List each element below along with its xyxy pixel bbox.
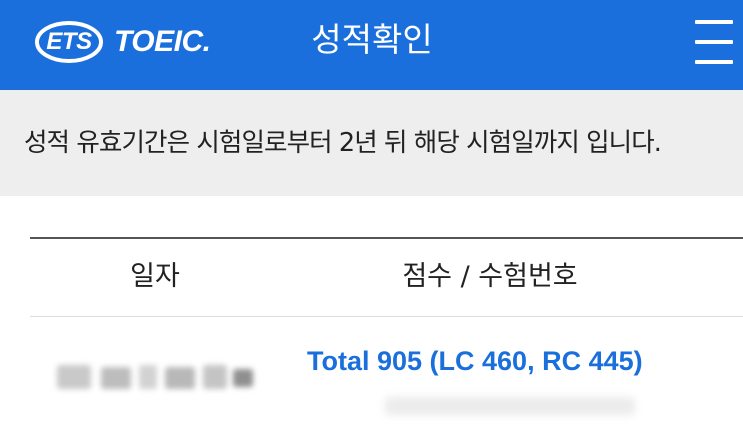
app-header: ETS TOEIC. 성적확인 <box>0 0 743 90</box>
menu-bar <box>695 40 733 44</box>
header-divider <box>30 316 743 317</box>
redacted-date <box>57 363 253 391</box>
ets-logo-badge: ETS <box>34 20 104 64</box>
ets-toeic-logo[interactable]: ETS TOEIC. <box>34 20 211 64</box>
hamburger-menu-icon[interactable] <box>692 18 738 66</box>
ets-logo-text: ETS <box>46 28 92 55</box>
menu-bar <box>695 20 733 24</box>
score-total-link[interactable]: Total 905 (LC 460, RC 445) <box>307 341 643 381</box>
column-header-score: 점수 / 수험번호 <box>402 261 578 292</box>
redacted-registration-number <box>385 393 635 417</box>
page-title: 성적확인 <box>311 20 433 59</box>
menu-bar <box>695 60 733 64</box>
toeic-logo-text: TOEIC. <box>114 25 211 58</box>
score-table: 일자 점수 / 수험번호 Total 905 (LC 460, RC 445) <box>30 237 743 434</box>
validity-notice: 성적 유효기간은 시험일로부터 2년 뒤 해당 시험일까지 입니다. <box>0 90 743 196</box>
column-header-date: 일자 <box>130 261 180 292</box>
validity-notice-text: 성적 유효기간은 시험일로부터 2년 뒤 해당 시험일까지 입니다. <box>24 128 662 158</box>
table-top-rule <box>30 237 743 239</box>
